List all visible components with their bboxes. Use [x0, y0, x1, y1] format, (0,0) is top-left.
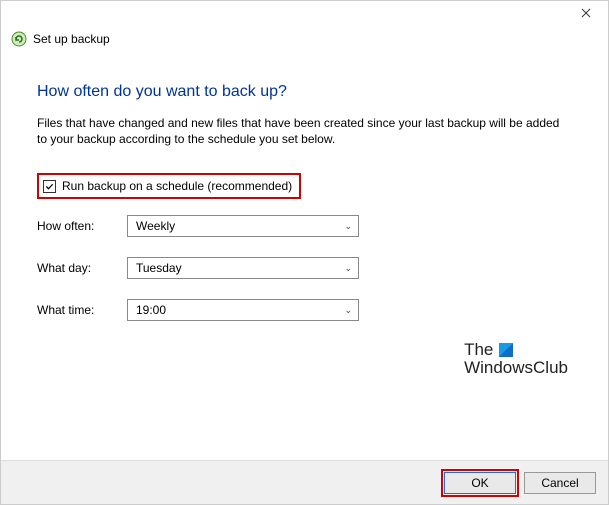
schedule-checkbox[interactable]	[43, 180, 56, 193]
description-text: Files that have changed and new files th…	[37, 115, 562, 147]
watermark-logo-icon	[499, 343, 513, 357]
what-time-select[interactable]: 19:00 ⌄	[127, 299, 359, 321]
how-often-label: How often:	[37, 219, 127, 233]
cancel-button[interactable]: Cancel	[524, 472, 596, 494]
what-day-value: Tuesday	[136, 261, 182, 275]
what-time-value: 19:00	[136, 303, 166, 317]
what-day-select[interactable]: Tuesday ⌄	[127, 257, 359, 279]
schedule-checkbox-row[interactable]: Run backup on a schedule (recommended)	[37, 173, 301, 199]
schedule-checkbox-label: Run backup on a schedule (recommended)	[62, 179, 292, 193]
watermark: The WindowsClub	[464, 341, 568, 377]
what-time-label: What time:	[37, 303, 127, 317]
what-time-row: What time: 19:00 ⌄	[37, 299, 572, 321]
backup-icon	[11, 31, 27, 47]
content-area: How often do you want to back up? Files …	[1, 47, 608, 321]
footer: OK Cancel	[1, 460, 608, 504]
chevron-down-icon: ⌄	[344, 221, 352, 232]
what-day-row: What day: Tuesday ⌄	[37, 257, 572, 279]
watermark-line2: WindowsClub	[464, 359, 568, 377]
what-day-label: What day:	[37, 261, 127, 275]
how-often-value: Weekly	[136, 219, 175, 233]
close-button[interactable]	[564, 1, 608, 25]
window-title: Set up backup	[33, 32, 110, 46]
header: Set up backup	[1, 29, 608, 47]
chevron-down-icon: ⌄	[344, 263, 352, 274]
watermark-line1: The	[464, 341, 493, 359]
close-icon	[581, 8, 591, 18]
titlebar	[1, 1, 608, 29]
chevron-down-icon: ⌄	[344, 305, 352, 316]
how-often-row: How often: Weekly ⌄	[37, 215, 572, 237]
check-icon	[45, 182, 54, 191]
ok-button[interactable]: OK	[444, 472, 516, 494]
page-heading: How often do you want to back up?	[37, 83, 572, 101]
how-often-select[interactable]: Weekly ⌄	[127, 215, 359, 237]
